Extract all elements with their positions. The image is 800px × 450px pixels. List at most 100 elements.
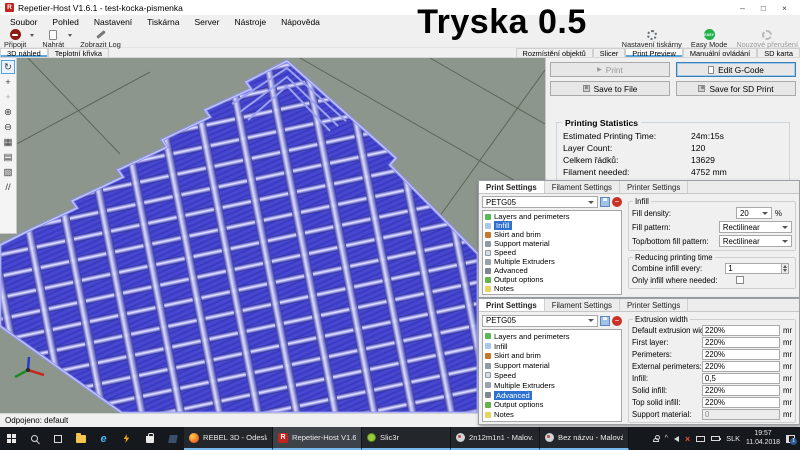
taskbar-slic3r[interactable]: Slic3r xyxy=(362,427,451,450)
category-notes[interactable]: Notes xyxy=(485,284,619,293)
perimeters-input[interactable]: 220% xyxy=(702,349,780,360)
preset-select[interactable]: PETG05 xyxy=(482,196,598,208)
delete-preset-icon[interactable]: − xyxy=(612,197,622,207)
menu-nastaveni[interactable]: Nastavení xyxy=(94,17,132,27)
zoom-out-icon[interactable]: ⊖ xyxy=(1,120,15,134)
category-speed[interactable]: Speed xyxy=(485,371,619,380)
category-extruders[interactable]: Multiple Extruders xyxy=(485,257,619,266)
delete-preset-icon[interactable]: − xyxy=(612,316,622,326)
load-dropdown-icon[interactable] xyxy=(68,34,72,37)
top-view-icon[interactable]: ▧ xyxy=(1,165,15,179)
taskbar-paint-1[interactable]: 2n12m1n1 - Malov... xyxy=(451,427,540,450)
clock[interactable]: 19:57 11.04.2018 xyxy=(746,430,780,447)
minimize-button[interactable]: – xyxy=(740,3,745,13)
tab-sd-card[interactable]: SD karta xyxy=(757,48,800,57)
taskbar-firefox[interactable]: REBEL 3D - Odeslat... xyxy=(184,427,273,450)
hidden-icons-chevron[interactable]: ^ xyxy=(665,435,668,442)
printer-settings-button[interactable]: Nastavení tiskárny xyxy=(622,29,682,49)
category-output[interactable]: Output options xyxy=(485,400,619,409)
search-button[interactable] xyxy=(23,427,46,450)
menu-napoveda[interactable]: Nápověda xyxy=(281,17,320,27)
menu-pohled[interactable]: Pohled xyxy=(52,17,78,27)
menu-server[interactable]: Server xyxy=(194,17,219,27)
antivirus-icon[interactable]: × xyxy=(685,434,690,444)
show-log-button[interactable]: Zobrazit Log xyxy=(80,29,121,49)
first-layer-input[interactable]: 220% xyxy=(702,337,780,348)
category-advanced[interactable]: Advanced xyxy=(485,391,619,400)
category-support[interactable]: Support material xyxy=(485,361,619,370)
media-app-button[interactable] xyxy=(115,427,138,450)
tab-print-preview[interactable]: Print Preview xyxy=(625,48,683,57)
default-extrusion-input[interactable]: 220% xyxy=(702,325,780,336)
rotate-view-icon[interactable]: ↻ xyxy=(1,60,15,74)
front-view-icon[interactable]: ▤ xyxy=(1,150,15,164)
move-view-icon[interactable]: + xyxy=(1,75,15,89)
save-for-sd-button[interactable]: Save for SD Print xyxy=(676,81,796,96)
save-preset-icon[interactable] xyxy=(600,197,610,207)
isometric-view-icon[interactable]: ▦ xyxy=(1,135,15,149)
taskbar-repetier[interactable]: R Repetier-Host V1.6... xyxy=(273,427,362,450)
edit-gcode-button[interactable]: Edit G-Code xyxy=(676,62,796,77)
maximize-button[interactable]: □ xyxy=(761,3,766,13)
taskbar-paint-2[interactable]: Bez názvu - Malová... xyxy=(540,427,629,450)
file-explorer-button[interactable] xyxy=(69,427,92,450)
menu-nastroje[interactable]: Nástroje xyxy=(235,17,267,27)
category-layers[interactable]: Layers and perimeters xyxy=(485,212,619,221)
tab-temperature-curve[interactable]: Teplotní křivka xyxy=(48,48,109,57)
spinner-control[interactable] xyxy=(782,263,789,274)
language-indicator[interactable]: SLK xyxy=(726,434,740,443)
display-icon[interactable] xyxy=(696,436,705,442)
tab-3d-view[interactable]: 3D náhled xyxy=(0,48,48,57)
solid-infill-input[interactable]: 220% xyxy=(702,385,780,396)
tab-print-settings[interactable]: Print Settings xyxy=(479,181,545,193)
zoom-in-icon[interactable]: ⊕ xyxy=(1,105,15,119)
category-support[interactable]: Support material xyxy=(485,239,619,248)
store-button[interactable] xyxy=(138,427,161,450)
top-solid-infill-input[interactable]: 220% xyxy=(702,397,780,408)
save-preset-icon[interactable] xyxy=(600,316,610,326)
edge-button[interactable]: e xyxy=(92,427,115,450)
notification-center-icon[interactable]: 1 xyxy=(786,435,795,443)
menu-tiskarna[interactable]: Tiskárna xyxy=(147,17,179,27)
connect-button[interactable]: Připojit xyxy=(4,29,26,49)
fill-pattern-select[interactable]: Rectilinear xyxy=(719,221,792,233)
category-infill[interactable]: Infill xyxy=(485,342,619,351)
tab-object-placement[interactable]: Rozmístění objektů xyxy=(516,48,593,57)
category-speed[interactable]: Speed xyxy=(485,248,619,257)
tab-printer-settings[interactable]: Printer Settings xyxy=(620,181,688,193)
volume-icon[interactable] xyxy=(674,436,679,442)
tab-filament-settings[interactable]: Filament Settings xyxy=(545,181,620,193)
task-view-button[interactable] xyxy=(46,427,69,450)
move-object-icon[interactable]: + xyxy=(1,90,15,104)
category-output[interactable]: Output options xyxy=(485,275,619,284)
fill-density-select[interactable]: 20 xyxy=(736,207,772,219)
load-button[interactable]: Nahrát xyxy=(42,29,64,49)
category-skirt[interactable]: Skirt and brim xyxy=(485,230,619,239)
category-skirt[interactable]: Skirt and brim xyxy=(485,351,619,360)
combine-infill-input[interactable]: 1 xyxy=(725,263,781,274)
infill-width-input[interactable]: 0,5 xyxy=(702,373,780,384)
tab-printer-settings[interactable]: Printer Settings xyxy=(620,299,688,311)
fit-view-icon[interactable]: // xyxy=(1,180,15,194)
external-perimeters-input[interactable]: 220% xyxy=(702,361,780,372)
pinned-app-button[interactable] xyxy=(161,427,184,450)
preset-select[interactable]: PETG05 xyxy=(482,315,598,327)
menu-soubor[interactable]: Soubor xyxy=(10,17,37,27)
connect-dropdown-icon[interactable] xyxy=(30,34,34,37)
only-infill-checkbox[interactable] xyxy=(736,276,744,284)
battery-icon[interactable] xyxy=(711,436,720,441)
tab-print-settings[interactable]: Print Settings xyxy=(479,299,545,311)
category-infill[interactable]: Infill xyxy=(485,221,619,230)
people-icon[interactable] xyxy=(653,438,659,442)
top-bottom-pattern-select[interactable]: Rectilinear xyxy=(719,235,792,247)
category-extruders[interactable]: Multiple Extruders xyxy=(485,381,619,390)
save-to-file-button[interactable]: Save to File xyxy=(550,81,670,96)
category-notes[interactable]: Notes xyxy=(485,410,619,419)
tab-manual-control[interactable]: Manuální ovládání xyxy=(683,48,757,57)
close-button[interactable]: × xyxy=(782,3,787,13)
category-advanced[interactable]: Advanced xyxy=(485,266,619,275)
category-layers[interactable]: Layers and perimeters xyxy=(485,332,619,341)
3d-viewport[interactable]: ↻ + + ⊕ ⊖ ▦ ▤ ▧ // xyxy=(0,58,545,413)
easy-mode-button[interactable]: EASY Easy Mode xyxy=(691,29,728,49)
tab-slicer[interactable]: Slicer xyxy=(593,48,625,57)
